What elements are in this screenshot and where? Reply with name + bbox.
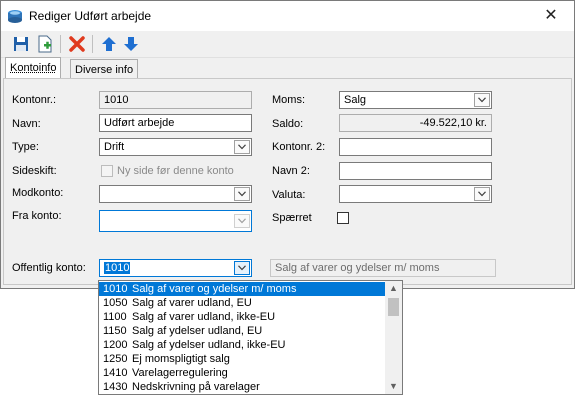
kontonr2-label: Kontonr. 2: (272, 141, 326, 153)
chevron-down-icon[interactable] (234, 261, 250, 275)
delete-icon[interactable] (67, 34, 87, 54)
saldo-field: -49.522,10 kr. (339, 114, 492, 132)
saldo-label: Saldo: (272, 118, 304, 130)
valuta-select[interactable] (339, 185, 492, 203)
kontonr-label: Kontonr.: (12, 94, 57, 106)
close-icon[interactable]: ✕ (544, 7, 557, 24)
kontoinfo-panel: Kontonr.: 1010 Navn: Udført arbejde Type… (3, 78, 572, 285)
dropdown-scrollbar[interactable]: ▲ ▼ (385, 281, 402, 394)
sideskift-label: Sideskift: (12, 165, 57, 177)
chevron-down-icon[interactable] (474, 93, 490, 107)
scrollbar-thumb[interactable] (388, 298, 399, 316)
arrow-down-icon[interactable] (121, 34, 141, 54)
type-label: Type: (12, 141, 39, 153)
window-title: Rediger Udført arbejde (29, 9, 152, 23)
offentlig-konto-value[interactable]: 1010 (104, 262, 131, 274)
tab-diverse-info[interactable]: Diverse info (70, 59, 139, 80)
tab-strip: Kontoinfo Diverse info (1, 57, 574, 80)
chevron-down-icon[interactable] (234, 187, 250, 201)
sideskift-checkbox[interactable] (101, 165, 113, 177)
offentlig-konto-combo[interactable]: 1010 (99, 259, 252, 277)
modkonto-select[interactable] (99, 185, 252, 203)
frakonto-label: Fra konto: (12, 210, 62, 222)
save-icon[interactable] (11, 34, 31, 54)
save-new-icon[interactable] (35, 34, 55, 54)
list-item[interactable]: 1410 Varelagerregulering (99, 366, 387, 380)
chevron-down-icon[interactable] (474, 187, 490, 201)
navn-field[interactable]: Udført arbejde (99, 114, 252, 132)
list-item[interactable]: 1150 Salg af ydelser udland, EU (99, 324, 387, 338)
navn2-label: Navn 2: (272, 165, 310, 177)
valuta-label: Valuta: (272, 189, 306, 201)
list-item[interactable]: 1100 Salg af varer udland, ikke-EU (99, 310, 387, 324)
modkonto-label: Modkonto: (12, 187, 64, 199)
toolbar (1, 31, 574, 58)
scroll-down-icon[interactable]: ▼ (385, 379, 402, 394)
type-select[interactable]: Drift (99, 138, 252, 156)
list-item[interactable]: 1010 Salg af varer og ydelser m/ moms (99, 282, 387, 296)
navn-label: Navn: (12, 118, 41, 130)
offentlig-konto-label: Offentlig konto: (12, 262, 86, 274)
frakonto-select[interactable] (99, 210, 252, 232)
dialog-window: Rediger Udført arbejde ✕ Kontoinfo Diver… (0, 0, 575, 289)
list-item[interactable]: 1430 Nedskrivning på varelager (99, 380, 387, 394)
offentlig-konto-description: Salg af varer og ydelser m/ moms (270, 259, 496, 277)
arrow-up-icon[interactable] (99, 34, 119, 54)
chevron-down-icon[interactable] (234, 214, 250, 228)
navn2-field[interactable] (339, 162, 492, 180)
kontonr-field: 1010 (99, 91, 252, 109)
toolbar-separator (60, 35, 61, 53)
list-item[interactable]: 1050 Salg af varer udland, EU (99, 296, 387, 310)
spaerret-checkbox[interactable] (337, 212, 349, 224)
app-icon (8, 10, 22, 23)
list-item[interactable]: 1250 Ej momspligtigt salg (99, 352, 387, 366)
sideskift-checkbox-label: Ny side før denne konto (117, 165, 234, 177)
scroll-up-icon[interactable]: ▲ (385, 281, 402, 296)
toolbar-separator (92, 35, 93, 53)
close-button[interactable]: ✕ (528, 1, 574, 31)
chevron-down-icon[interactable] (234, 140, 250, 154)
spaerret-label: Spærret (272, 212, 312, 224)
title-bar: Rediger Udført arbejde ✕ (1, 1, 574, 31)
tab-kontoinfo[interactable]: Kontoinfo (5, 57, 62, 80)
moms-label: Moms: (272, 94, 305, 106)
kontonr2-field[interactable] (339, 138, 492, 156)
offentlig-konto-dropdown-list[interactable]: 1010 Salg af varer og ydelser m/ moms 105… (98, 280, 403, 395)
type-value[interactable]: Drift (104, 141, 124, 153)
moms-select[interactable]: Salg (339, 91, 492, 109)
list-item[interactable]: 1200 Salg af ydelser udland, ikke-EU (99, 338, 387, 352)
